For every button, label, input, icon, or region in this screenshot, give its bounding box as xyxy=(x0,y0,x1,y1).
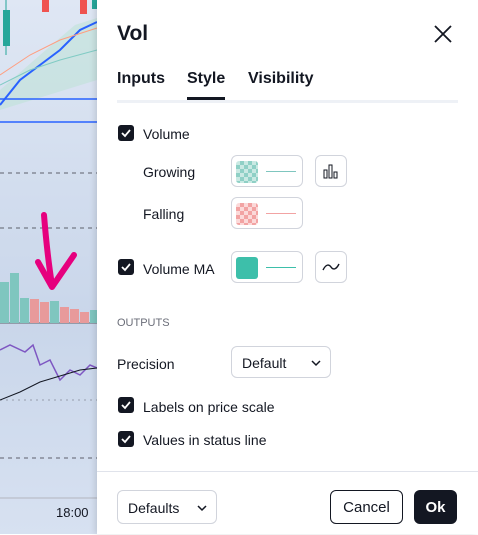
labels-on-price-scale-checkbox[interactable] xyxy=(118,397,134,413)
growing-color-picker[interactable] xyxy=(231,155,303,187)
volume-ma-line-preview xyxy=(266,267,296,268)
volume-ma-checkbox[interactable] xyxy=(118,259,134,275)
values-in-status-line-label: Values in status line xyxy=(143,432,267,448)
precision-label: Precision xyxy=(117,356,175,372)
falling-label: Falling xyxy=(143,206,185,222)
tab-bar: Inputs Style Visibility xyxy=(117,70,458,103)
dialog-footer: Defaults Cancel Ok xyxy=(97,471,478,535)
chevron-down-icon xyxy=(311,360,321,367)
values-in-status-line-checkbox[interactable] xyxy=(118,431,134,447)
tab-inputs[interactable]: Inputs xyxy=(117,70,165,88)
volume-ma-color-swatch xyxy=(236,257,258,279)
volume-ma-color-picker[interactable] xyxy=(231,251,303,283)
precision-select[interactable]: Default xyxy=(231,346,331,378)
growing-color-swatch xyxy=(236,161,258,183)
falling-line-preview xyxy=(266,213,296,214)
outputs-section-label: OUTPUTS xyxy=(117,317,170,329)
tab-visibility[interactable]: Visibility xyxy=(248,70,314,88)
volume-label: Volume xyxy=(143,126,190,142)
dialog-title: Vol xyxy=(117,22,149,45)
cancel-button[interactable]: Cancel xyxy=(330,490,403,524)
defaults-label: Defaults xyxy=(128,500,180,516)
volume-ma-label: Volume MA xyxy=(143,261,215,277)
candle xyxy=(42,0,49,12)
line-wave-icon[interactable] xyxy=(315,251,347,283)
defaults-dropdown[interactable]: Defaults xyxy=(117,490,217,524)
close-icon[interactable] xyxy=(431,22,455,46)
chevron-down-icon xyxy=(197,505,207,512)
rsi-line xyxy=(0,343,98,382)
volume-checkbox[interactable] xyxy=(118,125,134,141)
growing-label: Growing xyxy=(143,164,196,180)
ok-button[interactable]: Ok xyxy=(414,490,457,524)
candle xyxy=(80,0,87,14)
columns-icon[interactable] xyxy=(315,155,347,187)
falling-color-swatch xyxy=(236,203,258,225)
growing-line-preview xyxy=(266,171,296,172)
settings-dialog: Vol Inputs Style Visibility Volume Growi… xyxy=(97,0,478,534)
time-axis-label: 18:00 xyxy=(56,505,89,520)
falling-color-picker[interactable] xyxy=(231,197,303,229)
precision-value: Default xyxy=(242,355,287,371)
labels-on-price-scale-label: Labels on price scale xyxy=(143,399,275,415)
tab-style[interactable]: Style xyxy=(187,70,226,100)
annotation-arrow-head xyxy=(35,252,77,290)
